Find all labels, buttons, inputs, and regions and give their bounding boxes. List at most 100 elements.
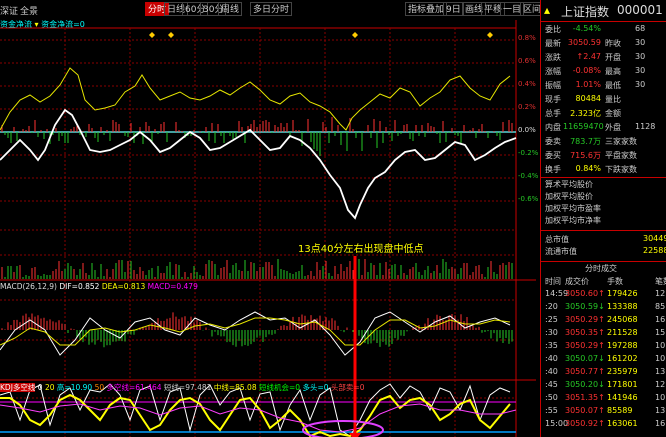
kdj-item: 短线机会=0 <box>259 383 301 392</box>
tick-p: 3051.35↑ <box>565 393 605 402</box>
tick-p: 3050.07↓ <box>565 354 605 363</box>
tick-vol: 141946 <box>607 393 638 402</box>
tick-vol: 179426 <box>607 289 638 298</box>
ticks-title[interactable]: 分时成交 <box>585 263 617 274</box>
macd-params: (26,12,9) <box>22 282 57 291</box>
quote-value: 2.323亿 <box>570 109 601 118</box>
kdj-item: 50 <box>94 383 105 392</box>
pct-label: 0.2% <box>518 103 536 111</box>
tick-row: :40 3050.07↓ 161202 10 <box>543 354 666 366</box>
tick-row: :50 3051.35↑ 141946 10 <box>543 393 666 405</box>
tick-n: 15 <box>655 328 666 337</box>
tick-n: 10 <box>655 354 666 363</box>
macd-value: MACD=0.479 <box>147 282 198 291</box>
tick-t: :40 <box>545 354 558 363</box>
tick-row: :45 3050.20↓ 171801 12 <box>543 380 666 392</box>
tick-vol: 161202 <box>607 354 638 363</box>
tick-t: :50 <box>545 393 558 402</box>
tick-t: :35 <box>545 341 558 350</box>
tick-p: 3050.20↓ <box>565 380 605 389</box>
tick-row: 14:59 3050.60↑ 179426 12 <box>543 289 666 301</box>
quote-key2: 平盘家数 <box>605 151 637 160</box>
price-line <box>0 108 517 220</box>
quote-key2: 最高 <box>605 67 621 76</box>
macd-legend: MACD(26,12,9) DIF=0.852 DEA=0.813 MACD=0… <box>0 282 198 291</box>
pct-label: -0.6% <box>518 195 539 203</box>
tick-vol: 211528 <box>607 328 638 337</box>
kdj-item: 多头=0 <box>302 383 329 392</box>
quote-key2: 三家家数 <box>605 137 637 146</box>
index-name: 上证指数 <box>561 5 610 19</box>
tick-p: 3050.60↑ <box>565 289 605 298</box>
kdj-item: 20 <box>44 383 55 392</box>
quote-key2: 下跌家数 <box>605 165 637 174</box>
tick-vol: 85589 <box>607 406 633 415</box>
quote-value2: 68 <box>635 24 646 33</box>
event-marker <box>352 32 358 38</box>
tick-p: 3050.92↑ <box>565 419 605 428</box>
quote-key: 内盘 <box>545 123 561 132</box>
quote-value: 0.84% <box>575 164 601 173</box>
macd-dea: DEA=0.813 <box>101 282 146 291</box>
kdj-item: 高=10.90 <box>56 383 93 392</box>
tick-p: 3050.35↑ <box>565 328 605 337</box>
quote-key2: 金额 <box>605 109 621 118</box>
quote-value: -0.08% <box>572 66 601 75</box>
quote-value2: 30 <box>635 80 646 89</box>
quote-value: 11659470 <box>563 122 604 131</box>
quote-value2: 30 <box>635 38 646 47</box>
macd-dif: DIF=0.852 <box>59 282 100 291</box>
tick-n: 10 <box>655 393 666 402</box>
tick-n: 12 <box>655 289 666 298</box>
tick-n: 13 <box>655 406 666 415</box>
kdj-item: 头部卖=0 <box>330 383 365 392</box>
quote-key: 涨幅 <box>545 67 561 76</box>
tick-t: :45 <box>545 380 558 389</box>
quote-value: 80484 <box>575 94 601 103</box>
tick-n: 85 <box>655 302 666 311</box>
tick-t: :55 <box>545 406 558 415</box>
quote-key: 委卖 <box>545 137 561 146</box>
quote-value2: 30 <box>635 66 646 75</box>
tick-n: 16 <box>655 419 666 428</box>
quote-value2: 30 <box>635 52 646 61</box>
tick-p: 3050.29↑ <box>565 341 605 350</box>
tick-n: 16 <box>655 315 666 324</box>
average-price-line <box>0 67 511 131</box>
pct-label: 0.0% <box>518 126 536 134</box>
kdj-item: 中线=85.08 <box>213 383 257 392</box>
tick-p: 3050.29↑ <box>565 315 605 324</box>
tick-vol: 235979 <box>607 367 638 376</box>
tick-row: :35 3050.29↑ 197288 10 <box>543 341 666 353</box>
tick-row: :20 3050.59↓ 133388 85 <box>543 302 666 314</box>
quote-key: 委买 <box>545 151 561 160</box>
index-code: 000001 <box>617 3 663 17</box>
tick-row: :55 3050.07↑ 85589 13 <box>543 406 666 418</box>
kdj-item: 0 <box>37 383 43 392</box>
tick-row: :30 3050.35↑ 211528 15 <box>543 328 666 340</box>
quote-key2: 昨收 <box>605 39 621 48</box>
tick-n: 13 <box>655 367 666 376</box>
kdj-name[interactable]: KDJ多空线 <box>0 383 36 392</box>
tick-t: :25 <box>545 315 558 324</box>
quote-key2: 最低 <box>605 81 621 90</box>
quote-key: 振幅 <box>545 81 561 90</box>
kdj-item: 多空线=61.464 <box>106 383 162 392</box>
tick-row: :40 3050.77↑ 235979 13 <box>543 367 666 379</box>
tick-n: 10 <box>655 341 666 350</box>
quote-key: 涨跌 <box>545 53 561 62</box>
quote-value: -4.54% <box>572 24 601 33</box>
event-marker <box>168 32 174 38</box>
tick-t: :30 <box>545 328 558 337</box>
tick-vol: 197288 <box>607 341 638 350</box>
quote-key: 委比 <box>545 25 561 34</box>
pct-label: 0.4% <box>518 80 536 88</box>
ticks-header: 时间 成交价 手数 笔数 <box>545 277 666 286</box>
tick-p: 3050.59↓ <box>565 302 605 311</box>
quote-value: ↑2.47 <box>576 52 601 61</box>
macd-name[interactable]: MACD <box>0 282 22 291</box>
pct-label: -0.4% <box>518 172 539 180</box>
chart-area[interactable] <box>0 0 536 437</box>
tick-n: 12 <box>655 380 666 389</box>
panel-arrow-icon[interactable]: ▴ <box>544 3 550 17</box>
